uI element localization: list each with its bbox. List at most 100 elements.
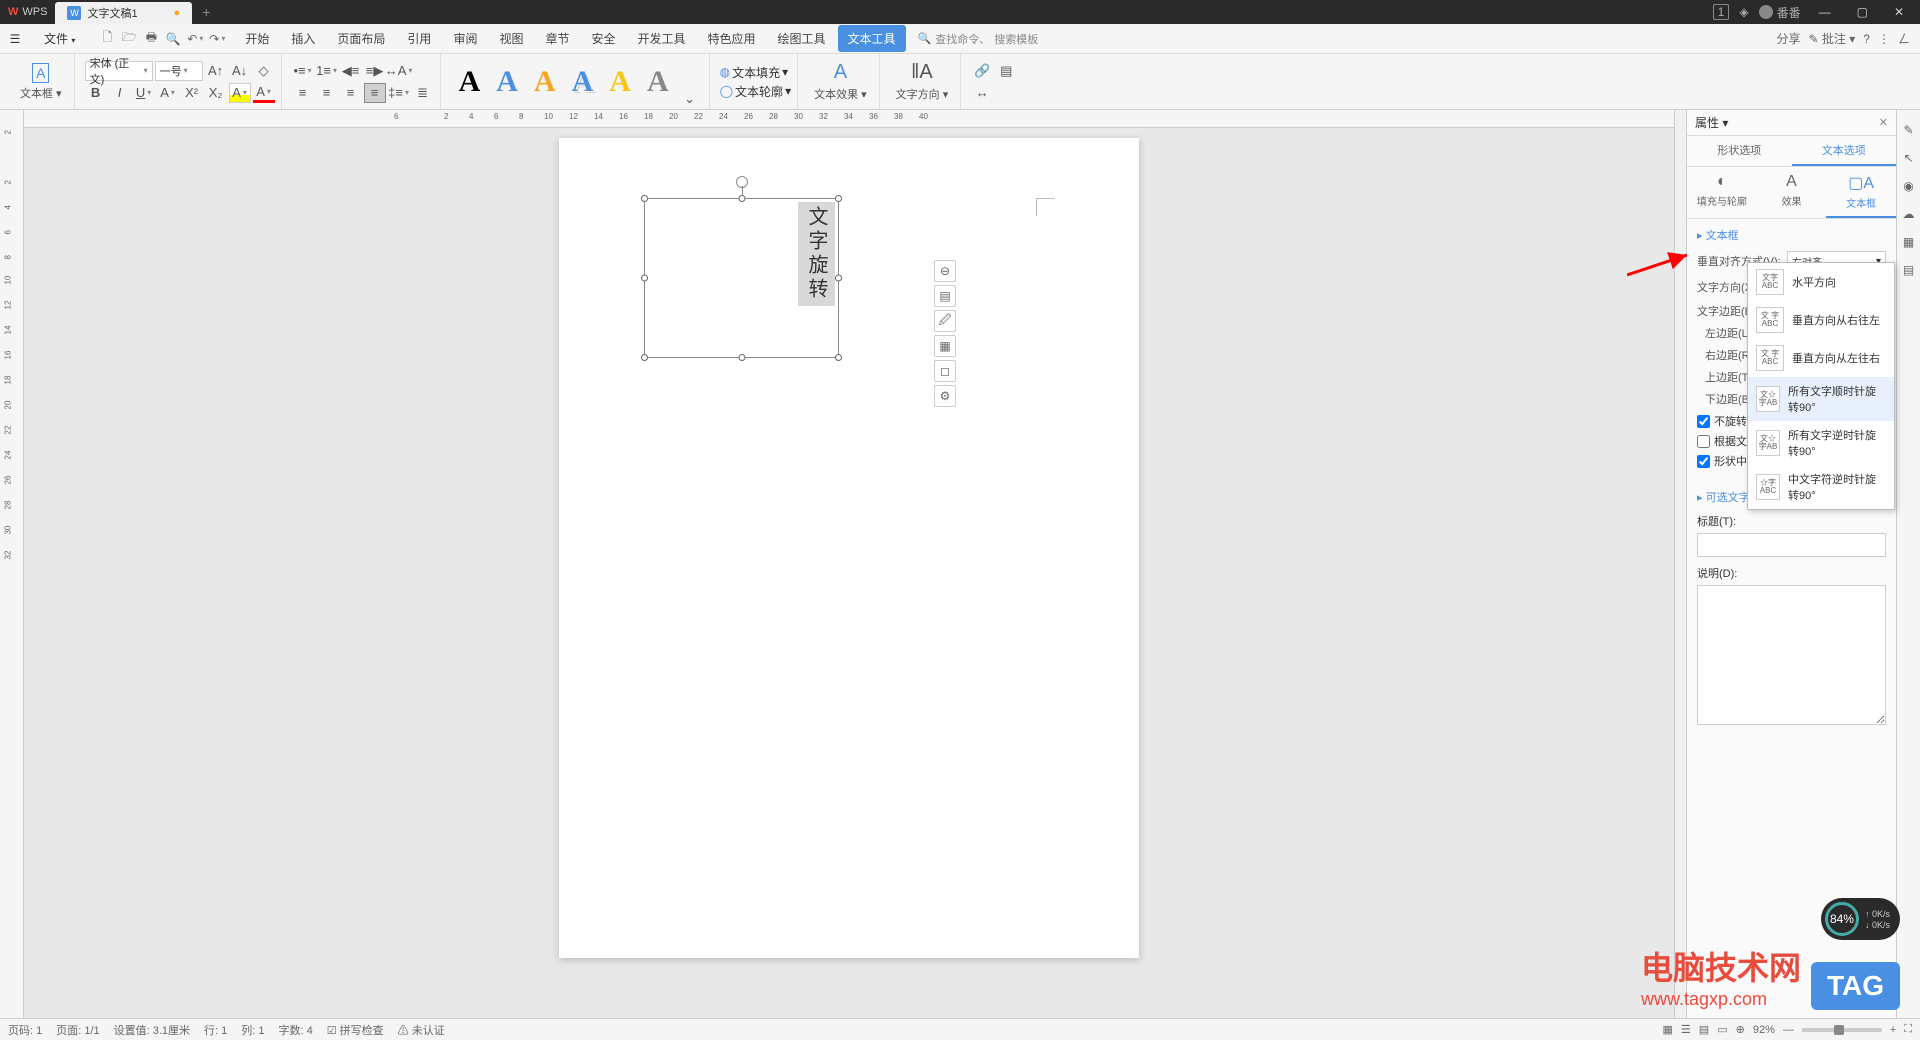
collapse-ribbon-icon[interactable]: ㄥ <box>1898 30 1910 47</box>
tab-insert[interactable]: 插入 <box>281 25 325 52</box>
resize-handle[interactable] <box>641 195 648 202</box>
resize-handle[interactable] <box>738 195 745 202</box>
rail-layers-icon[interactable]: ▤ <box>1899 260 1919 280</box>
preview-icon[interactable]: 🔍 <box>163 29 183 49</box>
document-tab[interactable]: W 文字文稿1 ● <box>55 2 192 24</box>
comment-button[interactable]: ✎ 批注 ▾ <box>1809 30 1856 47</box>
share-button[interactable]: 分享 <box>1777 30 1801 47</box>
font-color-icon[interactable]: A <box>253 83 275 103</box>
tab-special[interactable]: 特色应用 <box>698 25 766 52</box>
tab-reference[interactable]: 引用 <box>397 25 441 52</box>
resize-handle[interactable] <box>835 195 842 202</box>
shrink-font-icon[interactable]: A↓ <box>229 61 251 81</box>
styles-more-icon[interactable]: ⌄ <box>679 89 701 109</box>
textbox-selection[interactable]: 文字旋转 ⊖ ▤ 🖉 ▦ <box>644 198 839 358</box>
superscript-icon[interactable]: X² <box>181 83 203 103</box>
text-style-5[interactable]: A <box>603 65 637 99</box>
align-right-icon[interactable]: ≡ <box>340 83 362 103</box>
title-input[interactable] <box>1697 533 1886 557</box>
panel-close-icon[interactable]: ✕ <box>1879 116 1888 129</box>
direction-horizontal[interactable]: 文字 ABC水平方向 <box>1748 263 1894 301</box>
close-button[interactable]: ✕ <box>1886 5 1912 19</box>
status-pageno[interactable]: 页码: 1 <box>8 1022 42 1038</box>
hamburger-icon[interactable]: ☰ <box>4 28 26 50</box>
rail-pencil-icon[interactable]: ✎ <box>1899 120 1919 140</box>
add-tab-button[interactable]: + <box>192 4 220 20</box>
direction-rotate-cw[interactable]: 文☆ 字AB所有文字顺时针旋转90° <box>1748 377 1894 421</box>
tool-collapse-icon[interactable]: ⊖ <box>934 260 956 282</box>
subtab-effect[interactable]: A效果 <box>1757 167 1827 218</box>
resize-handle[interactable] <box>641 275 648 282</box>
text-style-4[interactable]: A <box>566 65 600 99</box>
align-center-icon[interactable]: ≡ <box>316 83 338 103</box>
minimize-button[interactable]: — <box>1811 5 1839 19</box>
text-style-3[interactable]: A <box>528 65 562 99</box>
tool-fill-icon[interactable]: 🖉 <box>934 310 956 332</box>
textbox-content[interactable]: 文字旋转 <box>798 202 835 306</box>
zoom-fit-icon[interactable]: ⊕ <box>1736 1023 1745 1036</box>
maximize-button[interactable]: ▢ <box>1849 5 1876 19</box>
user-avatar[interactable]: 番番 <box>1759 4 1801 21</box>
highlight-icon[interactable]: A <box>229 83 251 103</box>
status-chars[interactable]: 字数: 4 <box>279 1022 313 1038</box>
tab-layout[interactable]: 页面布局 <box>327 25 395 52</box>
clear-format-icon[interactable]: ◇ <box>253 61 275 81</box>
subtab-textbox[interactable]: ▢A文本框 <box>1826 167 1896 218</box>
zoom-value[interactable]: 92% <box>1753 1024 1775 1036</box>
direction-vert-ltr[interactable]: 文 字 ABC垂直方向从左往右 <box>1748 339 1894 377</box>
bullets-icon[interactable]: •≡ <box>292 61 314 81</box>
rail-shape-icon[interactable]: ◉ <box>1899 176 1919 196</box>
subscript-icon[interactable]: X₂ <box>205 83 227 103</box>
font-name-combo[interactable]: 宋体 (正文) <box>85 61 153 81</box>
view-web-icon[interactable]: ▤ <box>1699 1023 1709 1036</box>
columns-icon[interactable]: ▤ <box>995 61 1017 81</box>
textbox[interactable]: 文字旋转 <box>644 198 839 358</box>
align-dist-icon[interactable]: ≣ <box>412 83 434 103</box>
view-read-icon[interactable]: ▭ <box>1717 1023 1727 1036</box>
resize-handle[interactable] <box>738 354 745 361</box>
spacing-icon[interactable]: ↔ <box>971 83 993 103</box>
desc-input[interactable] <box>1697 585 1886 725</box>
tool-layout-icon[interactable]: ▤ <box>934 285 956 307</box>
tab-view[interactable]: 视图 <box>489 25 533 52</box>
indent-inc-icon[interactable]: ≡▶ <box>364 61 386 81</box>
notif-badge[interactable]: 1 <box>1713 4 1730 20</box>
grow-font-icon[interactable]: A↑ <box>205 61 227 81</box>
text-fill-button[interactable]: ◍ 文本填充 ▾ <box>720 64 791 81</box>
section-textbox[interactable]: ▸ 文本框 <box>1697 227 1886 243</box>
status-spellcheck[interactable]: ☑ 拼写检查 <box>327 1022 384 1038</box>
tab-section[interactable]: 章节 <box>535 25 579 52</box>
align-justify-icon[interactable]: ≡ <box>364 83 386 103</box>
font-size-combo[interactable]: 一号 <box>155 61 203 81</box>
tab-text-tool[interactable]: 文本工具 <box>838 25 906 52</box>
textbox-button[interactable]: A 文本框 ▾ <box>14 61 68 103</box>
bold-icon[interactable]: B <box>85 83 107 103</box>
status-pages[interactable]: 页面: 1/1 <box>56 1022 99 1038</box>
zoom-out-icon[interactable]: — <box>1783 1024 1794 1036</box>
resize-handle[interactable] <box>641 354 648 361</box>
redo-icon[interactable]: ↷ <box>207 29 227 49</box>
text-outline-button[interactable]: ◯ 文本轮廓 ▾ <box>720 83 791 100</box>
char-scale-icon[interactable]: ↔A <box>388 61 410 81</box>
text-style-2[interactable]: A <box>490 65 524 99</box>
tab-draw[interactable]: 绘图工具 <box>768 25 836 52</box>
tab-security[interactable]: 安全 <box>581 25 625 52</box>
indent-dec-icon[interactable]: ◀≡ <box>340 61 362 81</box>
direction-cjk-ccw[interactable]: ☆字 ABC中文字符逆时针旋转90° <box>1748 465 1894 509</box>
rail-select-icon[interactable]: ↖ <box>1899 148 1919 168</box>
rail-grid-icon[interactable]: ▦ <box>1899 232 1919 252</box>
tool-more-icon[interactable]: ⚙ <box>934 385 956 407</box>
new-icon[interactable]: 🗋 <box>97 29 117 49</box>
text-style-1[interactable]: A <box>453 65 487 99</box>
menu-more-icon[interactable]: ⋮ <box>1878 32 1890 46</box>
open-icon[interactable]: 🗁 <box>119 29 139 49</box>
undo-icon[interactable]: ↶ <box>185 29 205 49</box>
tab-text-options[interactable]: 文本选项 <box>1792 136 1897 166</box>
zoom-in-icon[interactable]: + <box>1890 1024 1896 1036</box>
tab-shape-options[interactable]: 形状选项 <box>1687 136 1792 166</box>
file-menu[interactable]: 文件 ▾ <box>34 26 85 51</box>
text-style-6[interactable]: A <box>641 65 675 99</box>
rail-cloud-icon[interactable]: ☁ <box>1899 204 1919 224</box>
align-left-icon[interactable]: ≡ <box>292 83 314 103</box>
zoom-slider[interactable] <box>1802 1028 1882 1032</box>
